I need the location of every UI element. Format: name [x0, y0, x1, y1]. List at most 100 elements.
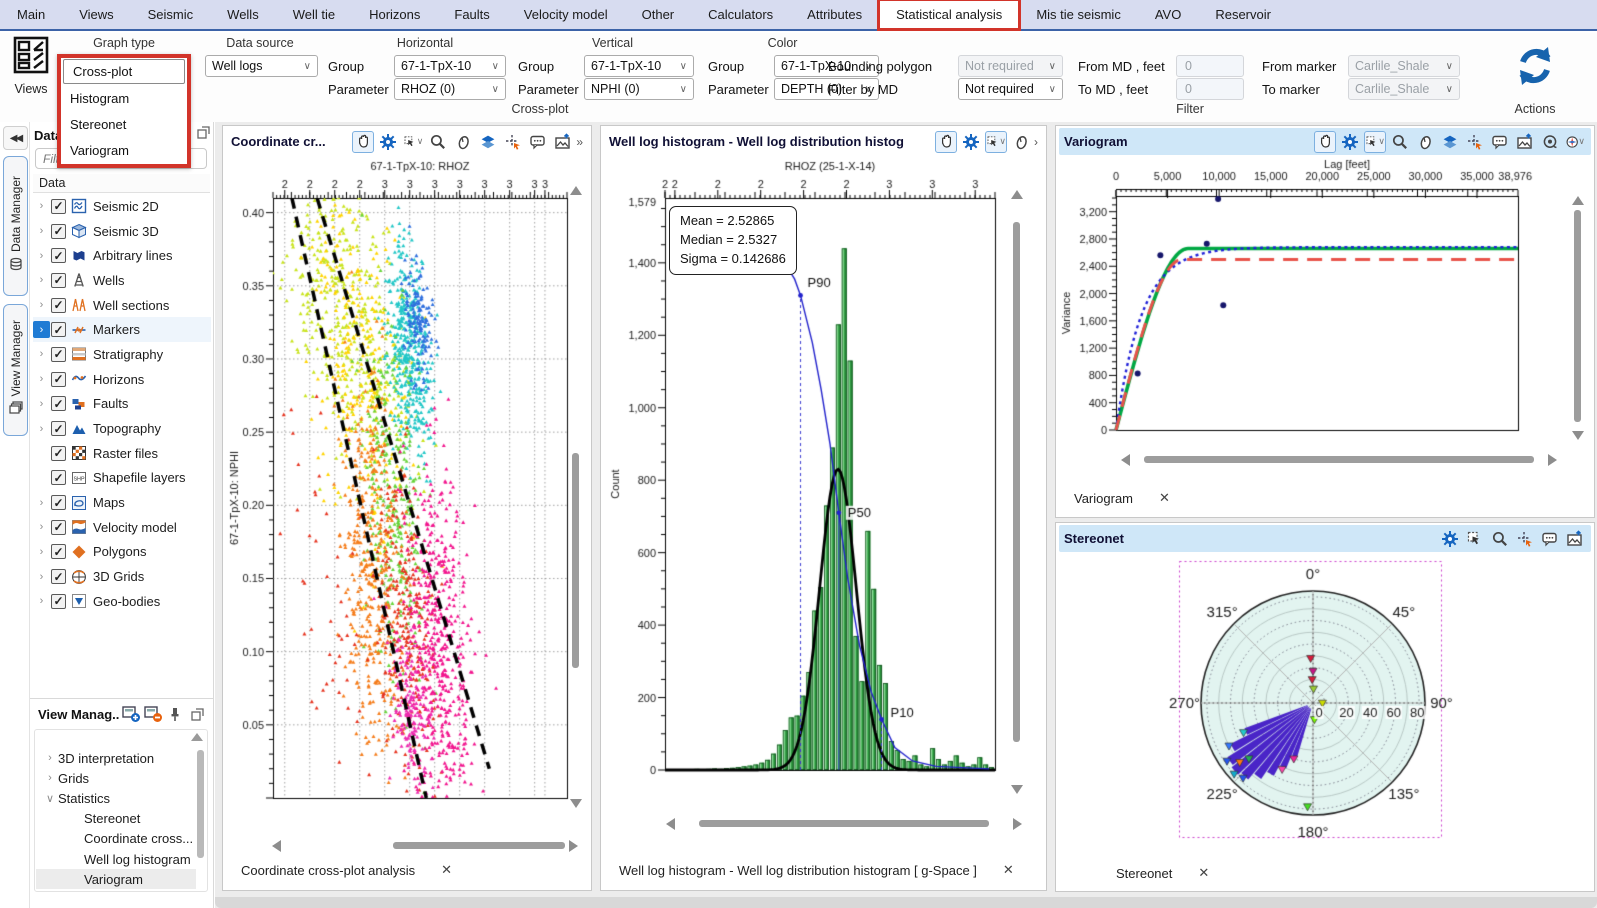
comment-icon[interactable]: [527, 131, 549, 153]
zoom-icon[interactable]: [1389, 131, 1411, 153]
checkbox[interactable]: ✓: [51, 445, 66, 461]
view-item-variogram[interactable]: Variogram: [36, 869, 196, 890]
ribbon-tab-velocity-model[interactable]: Velocity model: [507, 0, 625, 29]
close-icon[interactable]: ✕: [1003, 862, 1014, 878]
probe-icon[interactable]: [1514, 528, 1536, 550]
expand-chevron-icon[interactable]: ›: [33, 321, 50, 339]
checkbox[interactable]: ✓: [51, 223, 66, 239]
layers-icon[interactable]: [477, 131, 499, 153]
from-marker-select[interactable]: Carlile_Shale ∨: [1348, 55, 1460, 77]
expand-chevron-icon[interactable]: ›: [33, 543, 50, 560]
checkbox[interactable]: ✓: [51, 569, 66, 585]
mouse-icon[interactable]: [1010, 131, 1032, 153]
tree-item-maps[interactable]: › ✓ Maps: [33, 490, 211, 515]
record-icon[interactable]: [1539, 131, 1561, 153]
checkbox[interactable]: ✓: [51, 593, 66, 609]
popout-icon[interactable]: [186, 703, 208, 725]
checkbox[interactable]: ✓: [51, 519, 66, 535]
view-item-statistics[interactable]: ∨ Statistics: [36, 788, 196, 808]
checkbox[interactable]: ✓: [51, 495, 66, 511]
variogram-chart[interactable]: [1060, 158, 1589, 448]
bounding-polygon-select[interactable]: Not required ∨: [958, 55, 1063, 77]
graph-type-option-stereonet[interactable]: Stereonet: [61, 111, 187, 137]
horizontal-param-select[interactable]: RHOZ (0) ∨: [394, 78, 506, 100]
tree-item-velocity-model[interactable]: › ✓ Velocity model: [33, 515, 211, 540]
ribbon-tab-reservoir[interactable]: Reservoir: [1198, 0, 1288, 29]
pan-hand-icon[interactable]: [935, 130, 957, 153]
crossplot-bottom-tab[interactable]: Coordinate cross-plot analysis ✕: [241, 862, 452, 878]
expand-chevron-icon[interactable]: ∨: [42, 792, 58, 805]
ribbon-tab-other[interactable]: Other: [625, 0, 692, 29]
tree-item-shapefile-layers[interactable]: ✓ SHP Shapefile layers: [33, 466, 211, 491]
ribbon-tab-seismic[interactable]: Seismic: [131, 0, 211, 29]
views-button[interactable]: Views: [8, 36, 54, 102]
probe-icon[interactable]: [502, 131, 524, 153]
expand-chevron-icon[interactable]: ›: [33, 395, 50, 412]
crossplot-hscrollbar[interactable]: [272, 840, 578, 852]
scroll-up-arrow[interactable]: [191, 733, 203, 741]
expand-chevron-icon[interactable]: ›: [33, 297, 50, 314]
view-item-well-log-histogram[interactable]: Well log histogram: [36, 849, 196, 869]
from-md-input[interactable]: 0: [1176, 55, 1244, 77]
tab-view-manager[interactable]: View Manager: [3, 304, 28, 436]
ribbon-tab-faults[interactable]: Faults: [437, 0, 506, 29]
expand-chevron-icon[interactable]: ›: [33, 198, 50, 215]
ribbon-tab-avo[interactable]: AVO: [1138, 0, 1199, 29]
expand-chevron-icon[interactable]: ›: [33, 494, 50, 511]
vertical-param-select[interactable]: NPHI (0) ∨: [584, 78, 694, 100]
tree-item-polygons[interactable]: › ✓ Polygons: [33, 540, 211, 565]
tree-item-topography[interactable]: › ✓ Topography: [33, 416, 211, 441]
stereonet-bottom-tab[interactable]: Stereonet ✕: [1116, 865, 1209, 881]
export-image-icon[interactable]: [1564, 528, 1586, 550]
close-icon[interactable]: ✕: [441, 862, 452, 878]
ribbon-tab-horizons[interactable]: Horizons: [352, 0, 437, 29]
zoom-icon[interactable]: [1489, 528, 1511, 550]
checkbox[interactable]: ✓: [51, 396, 66, 412]
checkbox[interactable]: ✓: [51, 470, 66, 486]
settings-icon[interactable]: [1439, 528, 1461, 550]
histogram-hscrollbar[interactable]: [666, 818, 1022, 830]
ribbon-tab-views[interactable]: Views: [62, 0, 130, 29]
settings-icon[interactable]: [960, 131, 982, 153]
expand-chevron-icon[interactable]: ›: [33, 420, 50, 437]
select-region-icon[interactable]: ∨: [1364, 130, 1386, 153]
variogram-bottom-tab[interactable]: Variogram ✕: [1074, 490, 1170, 506]
tree-item-horizons[interactable]: › ✓ Horizons: [33, 367, 211, 392]
select-region-icon[interactable]: ∨: [985, 130, 1007, 153]
tab-data-manager[interactable]: Data Manager: [3, 156, 28, 296]
expand-chevron-icon[interactable]: ›: [33, 593, 50, 610]
tree-item-well-sections[interactable]: › ✓ Well sections: [33, 293, 211, 318]
mouse-icon[interactable]: [452, 131, 474, 153]
checkbox[interactable]: ✓: [51, 421, 66, 437]
select-region-icon[interactable]: [1464, 528, 1486, 550]
to-md-input[interactable]: 0: [1176, 78, 1244, 100]
tree-item-raster-files[interactable]: ✓ Raster files: [33, 441, 211, 466]
ribbon-tab-attributes[interactable]: Attributes: [790, 0, 879, 29]
probe-icon[interactable]: [1464, 131, 1486, 153]
variogram-hscrollbar[interactable]: [1121, 454, 1557, 466]
ribbon-tab-main[interactable]: Main: [0, 0, 62, 29]
remove-view-icon[interactable]: [142, 703, 164, 725]
checkbox[interactable]: ✓: [51, 346, 66, 362]
crossplot-vscrollbar[interactable]: [570, 186, 582, 808]
view-item-3d-interpretation[interactable]: › 3D interpretation: [36, 748, 196, 768]
ribbon-tab-statistical-analysis[interactable]: Statistical analysis: [877, 0, 1022, 31]
close-icon[interactable]: ✕: [1198, 865, 1209, 881]
expand-chevron-icon[interactable]: ›: [33, 223, 50, 240]
add-view-icon[interactable]: [120, 703, 142, 725]
view-item-coordinate-cross-[interactable]: Coordinate cross...: [36, 829, 196, 849]
crossplot-chart[interactable]: [227, 158, 587, 834]
close-icon[interactable]: ✕: [1159, 490, 1170, 506]
tree-item-3d-grids[interactable]: › ✓ 3D Grids: [33, 564, 211, 589]
tree-item-faults[interactable]: › ✓ Faults: [33, 392, 211, 417]
tree-item-arbitrary-lines[interactable]: › ✓ Arbitrary lines: [33, 243, 211, 268]
tree-item-geo-bodies[interactable]: › ✓ Geo-bodies: [33, 589, 211, 614]
view-item-grids[interactable]: › Grids: [36, 768, 196, 788]
expand-chevron-icon[interactable]: ›: [33, 346, 50, 363]
graph-type-option-histogram[interactable]: Histogram: [61, 85, 187, 111]
ribbon-tab-well-tie[interactable]: Well tie: [276, 0, 352, 29]
graph-type-option-cross-plot[interactable]: Cross-plot: [63, 59, 185, 84]
expand-chevron-icon[interactable]: ›: [33, 247, 50, 264]
checkbox[interactable]: ✓: [51, 198, 66, 214]
to-marker-select[interactable]: Carlile_Shale ∨: [1348, 78, 1460, 100]
